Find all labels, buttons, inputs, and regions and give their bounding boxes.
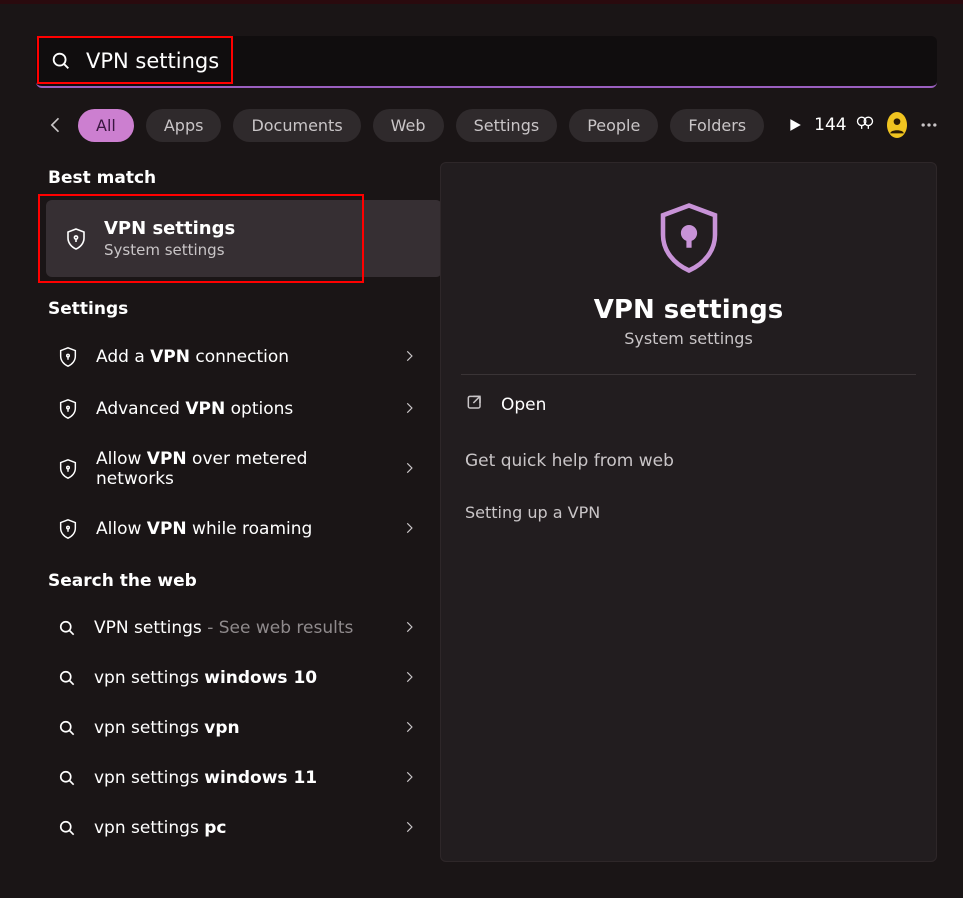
chevron-right-icon bbox=[402, 520, 416, 539]
shield-icon bbox=[56, 397, 80, 421]
chevron-right-icon bbox=[402, 400, 416, 419]
user-avatar[interactable] bbox=[887, 112, 907, 138]
search-bar[interactable] bbox=[36, 36, 937, 88]
setting-add-vpn-connection[interactable]: Add a VPN connection bbox=[46, 331, 426, 383]
web-result-windows11[interactable]: vpn settings windows 11 bbox=[46, 753, 426, 803]
chevron-right-icon bbox=[402, 669, 416, 688]
search-icon bbox=[56, 767, 78, 789]
section-best-match: Best match bbox=[48, 168, 440, 188]
shield-icon bbox=[56, 457, 80, 481]
result-label: vpn settings vpn bbox=[94, 718, 386, 738]
chevron-right-icon bbox=[402, 460, 416, 479]
web-result-pc[interactable]: vpn settings pc bbox=[46, 803, 426, 853]
shield-icon bbox=[56, 517, 80, 541]
result-label: vpn settings windows 11 bbox=[94, 768, 386, 788]
best-match-result[interactable]: VPN settings System settings bbox=[46, 200, 442, 277]
chevron-right-icon bbox=[402, 819, 416, 838]
result-label: vpn settings windows 10 bbox=[94, 668, 386, 688]
setting-allow-vpn-metered[interactable]: Allow VPN over metered networks bbox=[46, 435, 426, 503]
filter-folders[interactable]: Folders bbox=[670, 109, 764, 142]
rewards-indicator[interactable]: 144 bbox=[814, 113, 874, 138]
chevron-right-icon bbox=[402, 719, 416, 738]
setting-allow-vpn-roaming[interactable]: Allow VPN while roaming bbox=[46, 503, 426, 555]
back-button[interactable] bbox=[46, 108, 66, 142]
shield-icon bbox=[64, 227, 88, 251]
filter-documents[interactable]: Documents bbox=[233, 109, 360, 142]
more-button[interactable] bbox=[919, 115, 939, 135]
preview-help-header: Get quick help from web bbox=[441, 435, 936, 487]
shield-icon-large bbox=[650, 199, 728, 277]
chevron-right-icon bbox=[402, 348, 416, 367]
search-icon bbox=[56, 617, 78, 639]
preview-title: VPN settings bbox=[594, 295, 783, 325]
section-settings: Settings bbox=[48, 299, 440, 319]
search-icon bbox=[56, 817, 78, 839]
web-result-vpn-settings[interactable]: VPN settings - See web results bbox=[46, 603, 426, 653]
filter-apps[interactable]: Apps bbox=[146, 109, 222, 142]
section-search-web: Search the web bbox=[48, 571, 440, 591]
result-label: Add a VPN connection bbox=[96, 347, 386, 367]
filter-settings[interactable]: Settings bbox=[456, 109, 558, 142]
search-input[interactable] bbox=[72, 48, 923, 74]
search-icon bbox=[56, 717, 78, 739]
play-button[interactable] bbox=[788, 110, 802, 140]
setting-advanced-vpn-options[interactable]: Advanced VPN options bbox=[46, 383, 426, 435]
rewards-count: 144 bbox=[814, 115, 846, 135]
best-match-subtitle: System settings bbox=[104, 241, 235, 259]
result-label: Advanced VPN options bbox=[96, 399, 386, 419]
preview-help-link[interactable]: Setting up a VPN bbox=[441, 487, 936, 538]
result-label: Allow VPN over metered networks bbox=[96, 449, 386, 489]
search-icon bbox=[56, 667, 78, 689]
filter-all[interactable]: All bbox=[78, 109, 134, 142]
preview-subtitle: System settings bbox=[624, 329, 753, 348]
preview-panel: VPN settings System settings Open Get qu… bbox=[440, 162, 937, 862]
result-label: vpn settings pc bbox=[94, 818, 386, 838]
results-panel: Best match VPN settings System settings … bbox=[0, 162, 440, 862]
web-result-vpn[interactable]: vpn settings vpn bbox=[46, 703, 426, 753]
result-label: VPN settings - See web results bbox=[94, 618, 386, 638]
web-result-windows10[interactable]: vpn settings windows 10 bbox=[46, 653, 426, 703]
rewards-icon bbox=[855, 113, 875, 138]
preview-open-action[interactable]: Open bbox=[441, 375, 936, 435]
shield-icon bbox=[56, 345, 80, 369]
open-label: Open bbox=[501, 395, 546, 415]
result-label: Allow VPN while roaming bbox=[96, 519, 386, 539]
search-icon bbox=[50, 50, 72, 72]
best-match-title: VPN settings bbox=[104, 218, 235, 239]
chevron-right-icon bbox=[402, 619, 416, 638]
open-icon bbox=[465, 393, 485, 417]
chevron-right-icon bbox=[402, 769, 416, 788]
filter-web[interactable]: Web bbox=[373, 109, 444, 142]
filter-people[interactable]: People bbox=[569, 109, 658, 142]
filter-row: All Apps Documents Web Settings People F… bbox=[46, 108, 933, 142]
